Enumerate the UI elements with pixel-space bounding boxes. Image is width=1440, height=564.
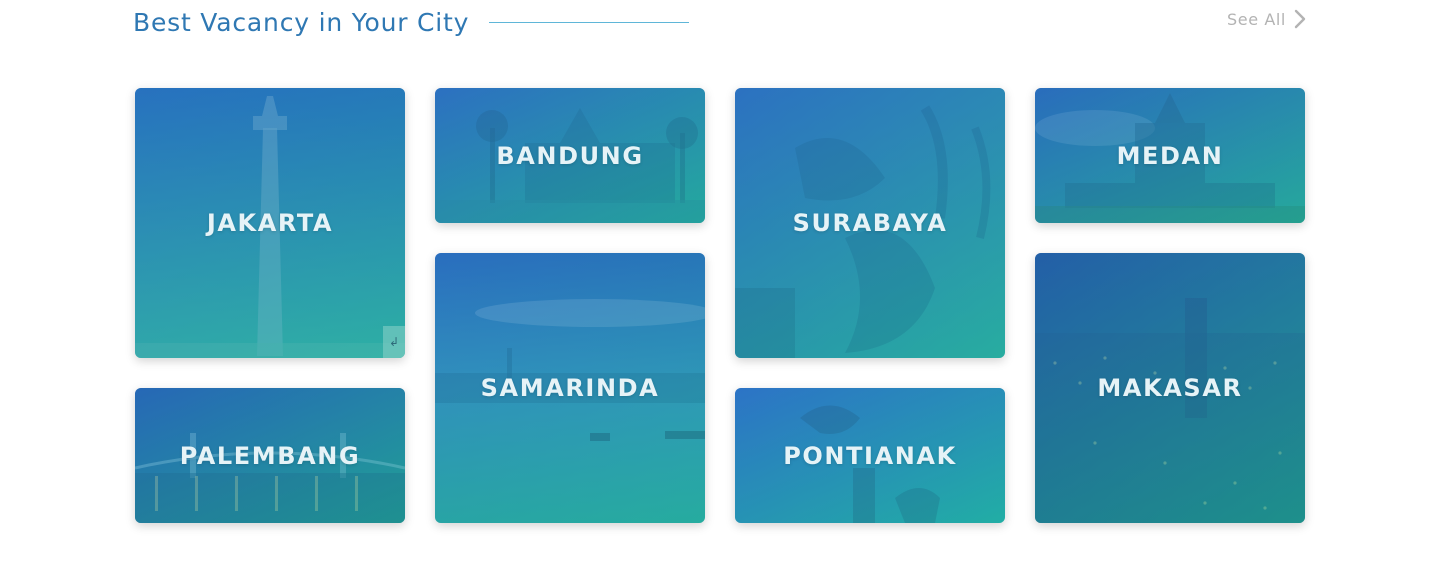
city-card-bandung[interactable]: BANDUNG xyxy=(435,88,705,223)
city-card-surabaya[interactable]: SURABAYA xyxy=(735,88,1005,358)
title-divider xyxy=(489,22,689,23)
section-title: Best Vacancy in Your City xyxy=(133,8,470,37)
see-all-link[interactable]: See All xyxy=(1227,8,1306,30)
city-card-palembang[interactable]: PALEMBANG xyxy=(135,388,405,523)
city-name: BANDUNG xyxy=(496,141,644,170)
city-name: MEDAN xyxy=(1116,141,1224,170)
see-all-label: See All xyxy=(1227,9,1286,29)
city-name: JAKARTA xyxy=(206,209,334,237)
city-card-jakarta[interactable]: JAKARTA ↲ xyxy=(135,88,405,358)
city-card-makasar[interactable]: MAKASAR xyxy=(1035,253,1305,523)
city-card-pontianak[interactable]: PONTIANAK xyxy=(735,388,1005,523)
share-icon[interactable]: ↲ xyxy=(383,326,405,358)
city-card-samarinda[interactable]: SAMARINDA xyxy=(435,253,705,523)
city-name: SAMARINDA xyxy=(480,374,660,402)
city-name: MAKASAR xyxy=(1097,374,1243,402)
city-name: SURABAYA xyxy=(792,209,948,237)
chevron-right-icon xyxy=(1294,9,1306,29)
city-name: PALEMBANG xyxy=(179,441,361,470)
city-name: PONTIANAK xyxy=(783,441,957,470)
city-card-medan[interactable]: MEDAN xyxy=(1035,88,1305,223)
